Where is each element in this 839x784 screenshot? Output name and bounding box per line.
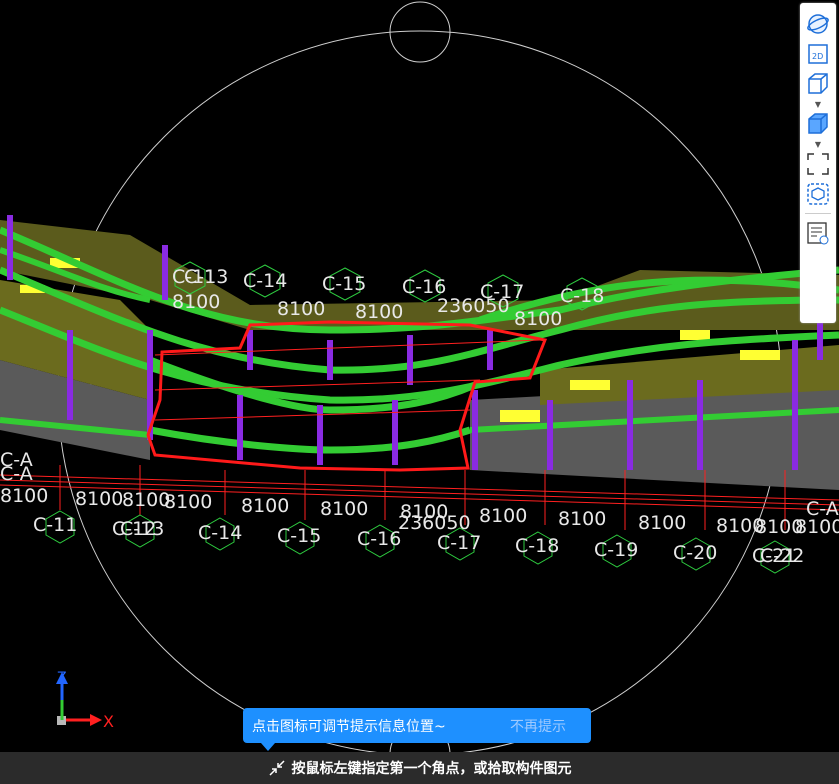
axis-label-back-4: C-15 [322, 273, 366, 295]
hint-text: 点击图标可调节提示信息位置~ [252, 718, 446, 735]
gizmo-z-label: Z [57, 670, 67, 686]
wire-cube-dropdown[interactable]: ▼ [803, 99, 833, 109]
command-prompt-text: 按鼠标左键指定第一个角点，或拾取构件图元 [291, 761, 572, 777]
dim-back-1: 8100 [277, 298, 325, 320]
solid-cube-dropdown[interactable]: ▼ [803, 139, 833, 149]
crosshair-arrows-icon [268, 759, 286, 777]
properties-button[interactable] [803, 218, 833, 248]
chevron-down-icon: ▼ [814, 99, 822, 109]
dim-back-5: 8100 [514, 308, 562, 330]
dont-show-again-link[interactable]: 不再提示 [510, 716, 566, 736]
axis-label-front-8: C-18 [515, 535, 559, 557]
3d-viewport[interactable]: C-11 C-13 C-14 C-15 C-16 C-17 C-18 8100 … [0, 0, 839, 752]
dim-front-6: 8100 [320, 498, 368, 520]
section-box-icon [807, 183, 829, 205]
dim-front-1: 8100 [0, 485, 48, 507]
orbit-icon [807, 14, 829, 34]
axis-label-back-2: C-13 [184, 266, 228, 288]
properties-list-icon [807, 222, 829, 245]
row-label-2: C-A [0, 463, 33, 485]
toolbar-separator [805, 213, 831, 214]
svg-text:2D: 2D [812, 52, 823, 61]
axis-label-front-6: C-16 [357, 528, 401, 550]
axis-label-front-9: C-19 [594, 539, 638, 561]
dim-front-4: 8100 [164, 491, 212, 513]
2d-icon: 2D [808, 44, 828, 64]
orbit-button[interactable] [803, 9, 833, 39]
hint-pointer [261, 743, 275, 751]
solid-cube-button[interactable] [803, 109, 833, 139]
dim-back-2: 8100 [355, 301, 403, 323]
fit-frame-icon [807, 153, 829, 175]
axis-label-front-3: C-13 [120, 518, 164, 540]
solid-cube-icon [808, 113, 828, 134]
axis-label-front-12: C-22 [760, 545, 804, 567]
gizmo-x-label: X [103, 712, 114, 731]
building-model[interactable] [0, 215, 839, 490]
2d-view-button[interactable]: 2D [803, 39, 833, 69]
command-prompt-bar: 按鼠标左键指定第一个角点，或拾取构件图元 [0, 752, 839, 784]
axis-label-back-7: C-18 [560, 285, 604, 307]
hint-bubble[interactable]: 点击图标可调节提示信息位置~ 不再提示 [243, 708, 591, 751]
axis-label-front-7: C-17 [437, 532, 481, 554]
axis-label-front-5: C-15 [277, 525, 321, 547]
axis-label-front-4: C-14 [198, 522, 242, 544]
section-box-button[interactable] [803, 179, 833, 209]
dim-front-5: 8100 [241, 495, 289, 517]
chevron-down-icon: ▼ [814, 139, 822, 149]
model-scene[interactable]: C-11 C-13 C-14 C-15 C-16 C-17 C-18 8100 … [0, 0, 839, 752]
view-toolbar: 2D ▼ ▼ [800, 3, 836, 323]
dim-front-8: 236050 [398, 512, 471, 534]
wire-cube-button[interactable] [803, 69, 833, 99]
dim-back-3: 8100 [172, 291, 220, 313]
dim-front-9: 8100 [479, 505, 527, 527]
wire-cube-icon [808, 73, 828, 94]
dim-front-11: 8100 [638, 512, 686, 534]
axis-label-front-1: C-11 [33, 514, 77, 536]
dim-front-10: 8100 [558, 508, 606, 530]
fit-view-button[interactable] [803, 149, 833, 179]
dim-back-4: 236050 [437, 295, 510, 317]
coordinate-gizmo: Z X [56, 670, 114, 731]
axis-label-back-3: C-14 [243, 270, 287, 292]
axis-label-front-10: C-20 [673, 542, 717, 564]
dim-front-2: 8100 [75, 488, 123, 510]
row-label-3: C-A [806, 498, 839, 520]
